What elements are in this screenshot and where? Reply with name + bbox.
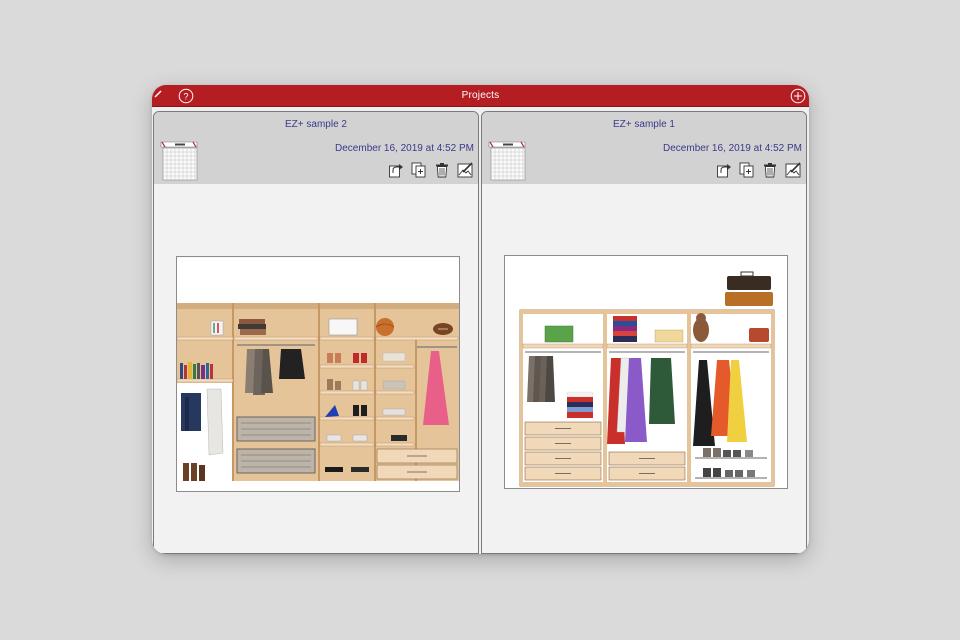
project-actions (715, 161, 802, 181)
title-bar: ? Projects (152, 85, 809, 107)
project-name[interactable]: EZ+ sample 1 (482, 119, 806, 130)
closet-thumbnail-icon[interactable] (487, 138, 527, 182)
edit-image-icon[interactable] (784, 161, 802, 179)
trash-icon[interactable] (761, 161, 779, 179)
trash-icon[interactable] (433, 161, 451, 179)
share-icon[interactable] (715, 161, 733, 179)
closet-preview[interactable]: 3000mm (504, 255, 788, 489)
project-card[interactable]: EZ+ sample 2 December 16, 2019 at 4:52 P… (153, 111, 479, 554)
window-title: Projects (461, 90, 500, 101)
project-header: EZ+ sample 1 December 16, 2019 at 4:52 P… (482, 112, 806, 184)
closet-preview[interactable]: 3000mm (176, 256, 460, 492)
plus-circle-icon[interactable] (790, 88, 806, 104)
project-card[interactable]: EZ+ sample 1 December 16, 2019 at 4:52 P… (481, 111, 807, 554)
edit-image-icon[interactable] (456, 161, 474, 179)
project-name[interactable]: EZ+ sample 2 (154, 119, 478, 130)
project-modified-date: December 16, 2019 at 4:52 PM (663, 143, 802, 154)
closet-thumbnail-icon[interactable] (159, 138, 199, 182)
project-actions (387, 161, 474, 181)
duplicate-icon[interactable] (738, 161, 756, 179)
share-icon[interactable] (387, 161, 405, 179)
duplicate-icon[interactable] (410, 161, 428, 179)
app-window: ? Projects EZ+ sample 2 December 16, 201… (152, 85, 809, 554)
project-header: EZ+ sample 2 December 16, 2019 at 4:52 P… (154, 112, 478, 184)
project-modified-date: December 16, 2019 at 4:52 PM (335, 143, 474, 154)
